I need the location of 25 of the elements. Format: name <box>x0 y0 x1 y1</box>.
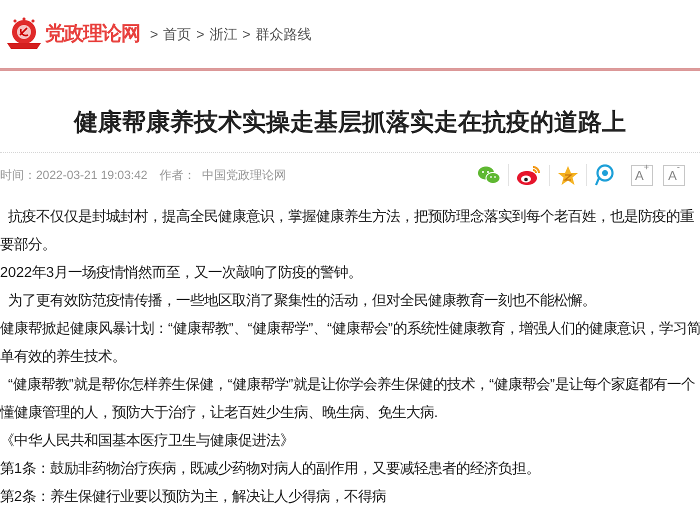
article-paragraph: 2022年3月一场疫情悄然而至，又一次敲响了防疫的警钟。 <box>0 264 364 283</box>
author-text: 作者： 中国党政理论网 <box>159 167 286 184</box>
breadcrumb-separator: > <box>196 24 204 44</box>
font-decrease-button[interactable]: A$^{-}$ <box>663 164 685 186</box>
article-title: 健康帮康养技术实操走基层抓落实走在抗疫的道路上 <box>72 108 627 138</box>
speech-icon[interactable] <box>594 164 614 186</box>
article-paragraph: “健康帮教”就是帮你怎样养生保健，“健康帮学”就是让你学会养生保健的技术，“健康帮会”是让每个家庭都有一个懂健康管理的人，预防大于治疗，让老百姓少生病、晚生病、免生大病. <box>0 376 696 423</box>
star-icon[interactable] <box>557 164 579 186</box>
emblem-icon <box>5 17 43 51</box>
article-paragraph: 健康帮掀起健康风暴计划：“健康帮教”、“健康帮学”、“健康帮会”的系统性健康教育，增强人们的健康意识，学习简单有效的养生技术。 <box>0 320 700 367</box>
article-paragraph: 《中华人民共和国基本医疗卫生与健康促进法》 <box>0 432 295 451</box>
wechat-icon[interactable] <box>477 165 501 185</box>
site-logo-text[interactable]: 党政理论网 <box>45 19 140 49</box>
article-paragraph: 第1条：鼓励非药物治疗疾病，既减少药物对病人的副作用，又要减轻患者的经济负担。 <box>0 460 542 479</box>
article-paragraph: 抗疫不仅仅是封城封村，提高全民健康意识，掌握健康养生方法，把预防理念落实到每个老百姓，也是防疫的重要部分。 <box>0 208 695 255</box>
article-paragraph: 第2条：养生保健行业要以预防为主，解决让人少得病，不得病 <box>0 488 388 507</box>
breadcrumb-separator: > <box>242 24 251 44</box>
weibo-icon[interactable] <box>516 164 542 186</box>
breadcrumb-link[interactable]: 群众路线 <box>256 24 312 44</box>
article-paragraph: 为了更有效防范疫情传播，一些地区取消了聚集性的活动，但对全民健康教育一刻也不能松懈。 <box>7 292 597 311</box>
breadcrumb-link[interactable]: 首页 <box>163 24 192 44</box>
publish-time: 时间：2022-03-21 19:03:42 <box>0 167 148 184</box>
breadcrumb-separator: > <box>150 24 158 44</box>
font-increase-button[interactable]: A$^{+}$ <box>631 164 653 186</box>
breadcrumb-link[interactable]: 浙江 <box>209 24 238 44</box>
